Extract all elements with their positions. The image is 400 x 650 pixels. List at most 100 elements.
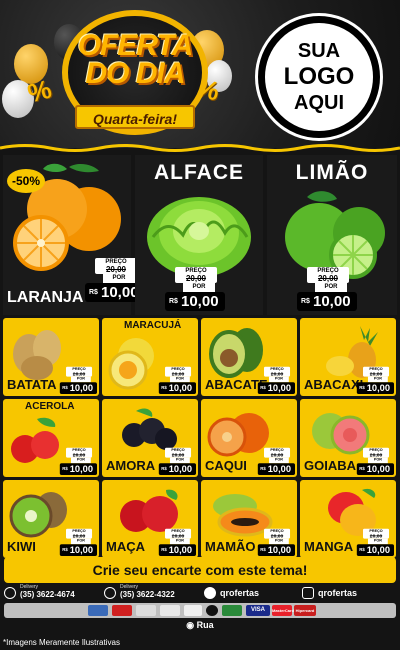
price-tag: PREÇO 20,00 POR R$ 10,00 xyxy=(257,366,295,394)
old-price-value: 20,00 xyxy=(105,265,127,274)
old-price: PREÇO 20,00 xyxy=(165,528,192,539)
new-price-value: 10,00 xyxy=(69,544,93,556)
product-card-kiwi: KIWI PREÇO 20,00 POR R$ 10,00 xyxy=(3,480,99,558)
contact-number: (35) 3622-4322 xyxy=(120,590,175,599)
cta-banner[interactable]: Crie seu encarte com este tema! xyxy=(4,557,396,583)
featured-laranja: -50% PREÇO 20,00 POR R$ 10,00 LARANJA xyxy=(3,155,145,315)
por-label: POR xyxy=(183,283,215,292)
product-name-top: ACEROLA xyxy=(25,401,75,412)
old-price: PREÇO 20,00 xyxy=(165,447,192,458)
product-card-amora: AMORA PREÇO 20,00 POR R$ 10,00 xyxy=(102,399,198,477)
new-price: R$ 10,00 xyxy=(158,382,196,394)
new-price-value: 10,00 xyxy=(168,544,192,556)
product-name-top: MARACUJÁ xyxy=(124,320,182,331)
old-price-value: 20,00 xyxy=(185,274,207,283)
card-icon xyxy=(88,605,108,616)
wave-divider xyxy=(0,144,400,152)
new-price: R$ 10,00 xyxy=(356,544,394,556)
price-tag: PREÇO 20,00 POR R$ 10,00 xyxy=(158,528,196,556)
product-name: MAMÃO xyxy=(205,539,256,554)
contacts-bar: Delivery (35) 3622-4674 Delivery (35) 36… xyxy=(0,584,400,602)
price-tag: PREÇO 20,00 POR R$ 10,00 xyxy=(257,447,295,475)
badge-title-line1: OFERTA xyxy=(77,29,194,62)
price-tag: PREÇO 20,00 POR R$ 10,00 xyxy=(356,447,394,475)
new-price-value: 10,00 xyxy=(267,544,291,556)
new-price-value: 10,00 xyxy=(181,293,219,310)
price-tag: PREÇO 20,00 POR R$ 10,00 xyxy=(158,447,196,475)
new-price: R$ 10,00 xyxy=(356,382,394,394)
currency: R$ xyxy=(161,547,167,553)
product-card-mamao: MAMÃO PREÇO 20,00 POR R$ 10,00 xyxy=(201,480,297,558)
new-price-value: 10,00 xyxy=(168,463,192,475)
new-price-value: 10,00 xyxy=(69,382,93,394)
currency: R$ xyxy=(161,466,167,472)
old-price: PREÇO 20,00 xyxy=(175,267,217,283)
hipercard-card: Hipercard xyxy=(294,605,316,616)
new-price-value: 10,00 xyxy=(101,284,139,301)
currency: R$ xyxy=(359,466,365,472)
currency: R$ xyxy=(260,385,266,391)
new-price: R$ 10,00 xyxy=(158,463,196,475)
badge-title-line2: DO DIA xyxy=(85,57,186,90)
payment-methods: VISA MasterCard Hipercard xyxy=(4,603,396,618)
offer-badge: OFERTA DO DIA Quarta-feira! xyxy=(40,10,230,135)
product-title: LIMÃO xyxy=(295,161,369,184)
potato-image xyxy=(13,330,61,380)
old-price: PREÇO 20,00 xyxy=(165,366,192,377)
disclaimer: *Imagens Meramente Ilustrativas xyxy=(3,638,120,647)
old-price: PREÇO 20,00 xyxy=(264,447,291,458)
price-tag: PREÇO 20,00 POR R$ 10,00 xyxy=(297,267,357,311)
currency: R$ xyxy=(260,466,266,472)
new-price: R$ 10,00 xyxy=(59,544,97,556)
product-name: BATATA xyxy=(7,377,57,392)
logo-line2: LOGO xyxy=(283,63,355,90)
product-card-caqui: CAQUI PREÇO 20,00 POR R$ 10,00 xyxy=(201,399,297,477)
price-tag: PREÇO 20,00 POR R$ 10,00 xyxy=(158,366,196,394)
new-price: R$ 10,00 xyxy=(59,382,97,394)
mastercard-card: MasterCard xyxy=(272,605,294,616)
new-price-value: 10,00 xyxy=(366,544,390,556)
old-price: PREÇO 20,00 xyxy=(363,366,390,377)
card-icon xyxy=(136,605,156,616)
price-tag: PREÇO 20,00 POR R$ 10,00 xyxy=(59,528,97,556)
product-grid: BATATA PREÇO 20,00 POR R$ 10,00 MARACUJÁ P… xyxy=(3,318,397,558)
logo-placeholder: SUA LOGO AQUI xyxy=(258,16,380,138)
address: ◉ Rua xyxy=(0,620,400,631)
logo-line3: AQUI xyxy=(294,92,344,114)
old-price: PREÇO 20,00 xyxy=(66,528,93,539)
product-card-manga: MANGA PREÇO 20,00 POR R$ 10,00 xyxy=(300,480,396,558)
instagram-icon xyxy=(302,587,314,599)
featured-alface: ALFACE PREÇO 20,00 POR R$ 10,00 xyxy=(135,155,263,315)
product-card-goiaba: GOIABA PREÇO 20,00 POR R$ 10,00 xyxy=(300,399,396,477)
product-card-batata: BATATA PREÇO 20,00 POR R$ 10,00 xyxy=(3,318,99,396)
phone-icon xyxy=(104,587,116,599)
price-tag: PREÇO 20,00 POR R$ 10,00 xyxy=(59,447,97,475)
passion-fruit-image xyxy=(108,338,154,390)
product-card-acerola: ACEROLA PREÇO 20,00 POR R$ 10,00 xyxy=(3,399,99,477)
por-label: POR xyxy=(315,283,347,292)
price-tag: PREÇO 20,00 POR R$ 10,00 xyxy=(356,528,394,556)
product-card-maracuja: MARACUJÁ PREÇO 20,00 POR R$ 10,00 xyxy=(102,318,198,396)
product-name: AMORA xyxy=(106,458,156,473)
new-price-value: 10,00 xyxy=(168,382,192,394)
product-card-abacate: ABACATE PREÇO 20,00 POR R$ 10,00 xyxy=(201,318,297,396)
currency: R$ xyxy=(89,289,98,296)
old-price: PREÇO 20,00 xyxy=(264,366,291,377)
price-tag: PREÇO 20,00 POR R$ 10,00 xyxy=(165,267,225,311)
whatsapp-icon xyxy=(4,587,16,599)
product-name: ABACAXI xyxy=(304,377,364,392)
address-text: Rua xyxy=(196,620,214,630)
currency: R$ xyxy=(62,466,68,472)
price-tag: PREÇO 20,00 POR R$ 10,00 xyxy=(257,528,295,556)
new-price: R$ 10,00 xyxy=(165,292,225,311)
new-price-value: 10,00 xyxy=(313,293,351,310)
lettuce-image xyxy=(147,197,251,277)
currency: R$ xyxy=(301,298,310,305)
card-icon xyxy=(206,605,218,616)
currency: R$ xyxy=(161,385,167,391)
visa-card: VISA xyxy=(246,605,270,616)
product-card-maca: MAÇA PREÇO 20,00 POR R$ 10,00 xyxy=(102,480,198,558)
featured-limao: LIMÃO PREÇO 20,00 POR R$ 10,00 xyxy=(267,155,397,315)
old-price: PREÇO 20,00 xyxy=(307,267,349,283)
currency: R$ xyxy=(359,385,365,391)
